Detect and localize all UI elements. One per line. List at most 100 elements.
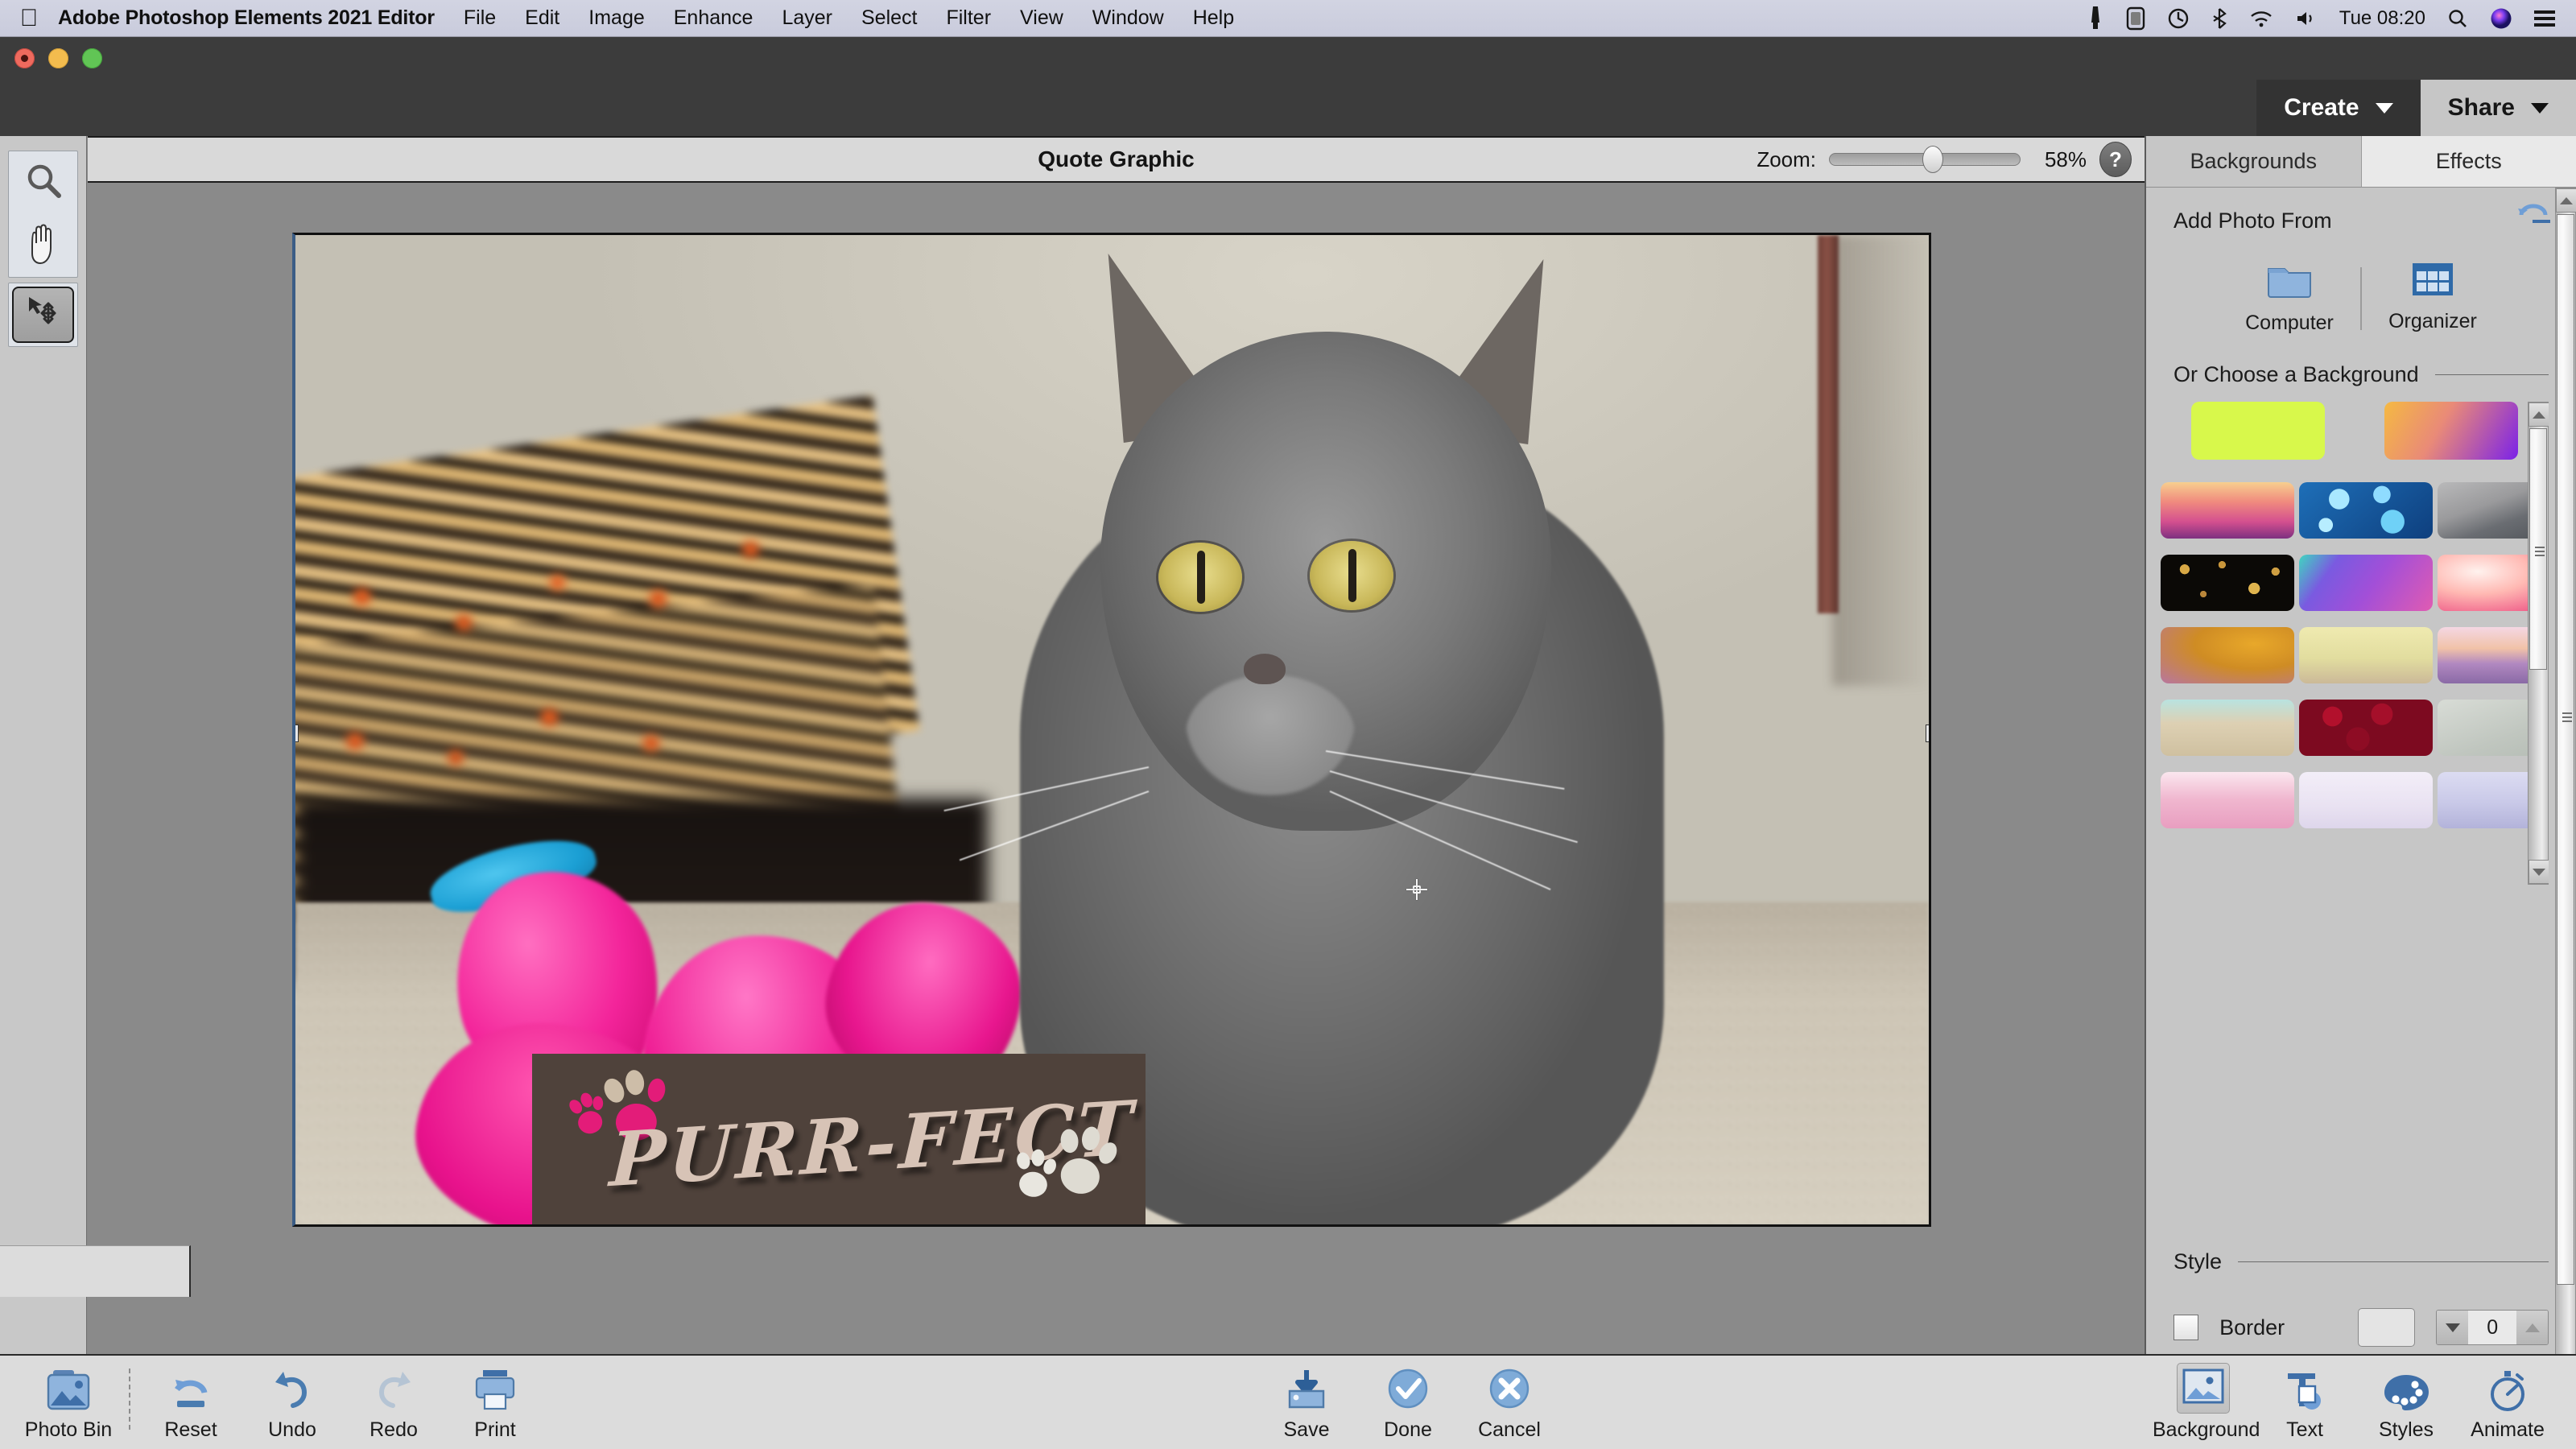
zoom-slider[interactable] bbox=[1829, 146, 2021, 173]
background-button[interactable]: Background bbox=[2153, 1362, 2260, 1442]
backgrounds-scrollbar[interactable] bbox=[2528, 402, 2549, 885]
create-button-label: Create bbox=[2284, 94, 2359, 121]
border-width-value[interactable]: 0 bbox=[2468, 1311, 2517, 1344]
right-panel: Backgrounds Effects Add Photo From Compu… bbox=[2145, 136, 2576, 1392]
scroll-up-arrow[interactable] bbox=[2529, 402, 2549, 427]
workspace: Quote Graphic Zoom: 58% ? PURR-FECT Back… bbox=[0, 136, 2576, 1392]
border-width-decrement[interactable] bbox=[2437, 1311, 2469, 1344]
add-photo-computer[interactable]: Computer bbox=[2219, 261, 2360, 335]
volume-icon[interactable] bbox=[2295, 9, 2318, 28]
background-thumb-gold-forget-me-nots[interactable] bbox=[2161, 627, 2294, 683]
menu-help[interactable]: Help bbox=[1193, 6, 1234, 30]
menu-window[interactable]: Window bbox=[1092, 6, 1164, 30]
border-color-swatch[interactable] bbox=[2357, 1308, 2416, 1347]
search-icon[interactable] bbox=[2447, 8, 2468, 29]
done-button[interactable]: Done bbox=[1357, 1364, 1459, 1442]
background-label: Background bbox=[2153, 1418, 2260, 1441]
menu-layer[interactable]: Layer bbox=[782, 6, 832, 30]
print-button[interactable]: Print bbox=[444, 1364, 546, 1442]
photo-door-frame bbox=[1818, 235, 1839, 613]
hand-tool[interactable] bbox=[9, 214, 77, 277]
stopwatch-icon bbox=[2457, 1364, 2558, 1414]
canvas-stage[interactable]: PURR-FECT bbox=[88, 183, 2145, 1392]
background-thumb-starfish-beach[interactable] bbox=[2161, 700, 2294, 756]
tool-strip bbox=[0, 136, 87, 1392]
artwork-canvas[interactable]: PURR-FECT bbox=[292, 233, 1931, 1227]
border-width-increment[interactable] bbox=[2516, 1311, 2549, 1344]
photo-cat-nose bbox=[1244, 654, 1286, 684]
apple-logo-icon[interactable]:  bbox=[0, 6, 58, 31]
background-thumb-orange-purple-gradient[interactable] bbox=[2384, 402, 2518, 460]
border-row: Border 0 bbox=[2174, 1308, 2549, 1347]
move-tool[interactable] bbox=[12, 287, 74, 343]
text-button[interactable]: Text bbox=[2254, 1364, 2355, 1442]
document-bar: Quote Graphic Zoom: 58% ? bbox=[88, 136, 2145, 183]
undo-button[interactable]: Undo bbox=[242, 1364, 343, 1442]
zoom-slider-knob[interactable] bbox=[1922, 146, 1943, 173]
x-circle-icon bbox=[1459, 1364, 1560, 1414]
help-button[interactable]: ? bbox=[2099, 142, 2132, 177]
backgrounds-scroll-region[interactable] bbox=[2161, 402, 2549, 885]
wifi-icon[interactable] bbox=[2249, 9, 2273, 28]
quote-banner[interactable]: PURR-FECT bbox=[532, 1054, 1146, 1224]
menu-enhance[interactable]: Enhance bbox=[674, 6, 753, 30]
background-thumb-red-roses[interactable] bbox=[2299, 700, 2433, 756]
close-button[interactable] bbox=[14, 48, 35, 68]
redo-icon bbox=[343, 1364, 444, 1414]
menu-image[interactable]: Image bbox=[588, 6, 644, 30]
time-machine-icon[interactable] bbox=[2167, 7, 2190, 30]
menubar-clock[interactable]: Tue 08:20 bbox=[2339, 7, 2425, 30]
border-checkbox[interactable] bbox=[2174, 1315, 2199, 1340]
background-thumb-blue-bokeh[interactable] bbox=[2299, 482, 2433, 539]
panel-scrollbar-thumb[interactable] bbox=[2557, 214, 2574, 1285]
panel-scroll-up-arrow[interactable] bbox=[2556, 188, 2576, 213]
menu-file[interactable]: File bbox=[464, 6, 496, 30]
minimize-button[interactable] bbox=[48, 48, 68, 68]
background-thumb-dark-bokeh-lights[interactable] bbox=[2161, 555, 2294, 611]
transform-handle-right[interactable] bbox=[1926, 724, 1929, 742]
photo-bin-tab-stub[interactable] bbox=[0, 1245, 191, 1297]
animate-button[interactable]: Animate bbox=[2457, 1364, 2558, 1442]
photo-bin-button[interactable]: Photo Bin bbox=[18, 1364, 119, 1442]
background-thumb-pink-mountains[interactable] bbox=[2161, 482, 2294, 539]
tab-backgrounds[interactable]: Backgrounds bbox=[2146, 136, 2362, 188]
photo-cat-pupil-right bbox=[1348, 549, 1356, 602]
move-tool-crosshair bbox=[1406, 879, 1427, 900]
reset-arrow-icon[interactable] bbox=[2515, 199, 2552, 231]
panel-scrollbar[interactable] bbox=[2555, 188, 2576, 1392]
tab-effects[interactable]: Effects bbox=[2361, 136, 2576, 188]
battery-icon[interactable] bbox=[2126, 6, 2145, 31]
bluetooth-icon[interactable] bbox=[2211, 7, 2227, 30]
siri-icon[interactable] bbox=[2490, 7, 2512, 30]
display-icon[interactable] bbox=[2087, 6, 2104, 31]
menu-select[interactable]: Select bbox=[861, 6, 917, 30]
create-button[interactable]: Create bbox=[2256, 80, 2421, 136]
share-button[interactable]: Share bbox=[2420, 80, 2576, 136]
styles-button[interactable]: Styles bbox=[2355, 1364, 2457, 1442]
scroll-down-arrow[interactable] bbox=[2529, 860, 2549, 884]
redo-button[interactable]: Redo bbox=[343, 1364, 444, 1442]
backgrounds-scrollbar-thumb[interactable] bbox=[2529, 428, 2547, 670]
zoom-percent: 58% bbox=[2044, 147, 2087, 171]
background-thumb-handwriting-paper[interactable] bbox=[2299, 772, 2433, 828]
cancel-button[interactable]: Cancel bbox=[1459, 1364, 1560, 1442]
transform-handle-left[interactable] bbox=[295, 724, 299, 742]
zoom-button[interactable] bbox=[82, 48, 102, 68]
chevron-down-icon bbox=[2375, 102, 2393, 114]
photo-bin-icon bbox=[18, 1364, 119, 1414]
add-photo-organizer[interactable]: Organizer bbox=[2362, 261, 2504, 333]
menu-edit[interactable]: Edit bbox=[525, 6, 559, 30]
background-thumb-pink-glitter[interactable] bbox=[2161, 772, 2294, 828]
menu-view[interactable]: View bbox=[1020, 6, 1063, 30]
reset-button[interactable]: Reset bbox=[140, 1364, 242, 1442]
menu-filter[interactable]: Filter bbox=[946, 6, 991, 30]
save-button[interactable]: Save bbox=[1256, 1364, 1357, 1442]
background-thumb-lime-solid[interactable] bbox=[2191, 402, 2325, 460]
zoom-tool[interactable] bbox=[9, 151, 77, 214]
control-center-icon[interactable] bbox=[2534, 9, 2555, 28]
background-thumb-purple-polygons[interactable] bbox=[2299, 555, 2433, 611]
border-width-stepper[interactable]: 0 bbox=[2436, 1310, 2549, 1345]
background-thumb-cosmos-flowers[interactable] bbox=[2299, 627, 2433, 683]
hand-icon bbox=[23, 222, 64, 270]
save-icon bbox=[1256, 1364, 1357, 1414]
